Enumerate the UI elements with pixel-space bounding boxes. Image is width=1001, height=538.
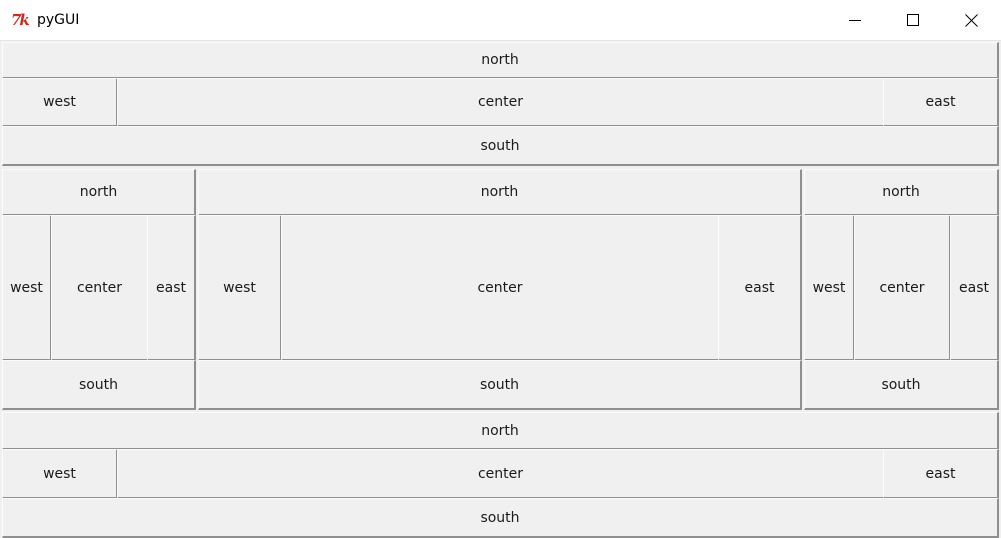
mid2-center-label: center (281, 215, 720, 361)
mid3-center-label: center (854, 215, 951, 361)
top-center-label: center (117, 78, 885, 127)
minimize-button[interactable] (826, 0, 884, 40)
bottom-west-label: west (2, 449, 118, 499)
mid2-north-label: north (198, 169, 802, 216)
window-title: pyGUI (37, 12, 80, 28)
top-west-label: west (2, 78, 118, 127)
mid3-south-label: south (804, 360, 999, 410)
window-content: north west center east south north west … (0, 41, 1001, 538)
close-icon (964, 13, 978, 27)
mid1-east-label: east (147, 215, 196, 361)
bottom-south-label: south (2, 498, 999, 538)
mid2-east-label: east (718, 215, 802, 361)
tk-app-icon: 7k (11, 11, 30, 29)
mid1-south-label: south (2, 360, 196, 410)
maximize-button[interactable] (884, 0, 942, 40)
mid1-center-label: center (51, 215, 149, 361)
top-north-label: north (2, 42, 999, 79)
mid3-west-label: west (804, 215, 855, 361)
top-east-label: east (883, 78, 999, 127)
mid3-east-label: east (950, 215, 999, 361)
mid1-west-label: west (2, 215, 52, 361)
mid2-west-label: west (198, 215, 282, 361)
top-south-label: south (2, 126, 999, 166)
bottom-east-label: east (883, 449, 999, 499)
close-button[interactable] (942, 0, 1000, 40)
mid2-south-label: south (198, 360, 802, 410)
mid3-north-label: north (804, 169, 999, 216)
bottom-north-label: north (2, 412, 999, 450)
maximize-icon (907, 14, 919, 26)
minimize-icon (849, 20, 861, 21)
mid1-north-label: north (2, 169, 196, 216)
title-bar[interactable]: 7k pyGUI (0, 0, 1001, 41)
bottom-center-label: center (117, 449, 885, 499)
